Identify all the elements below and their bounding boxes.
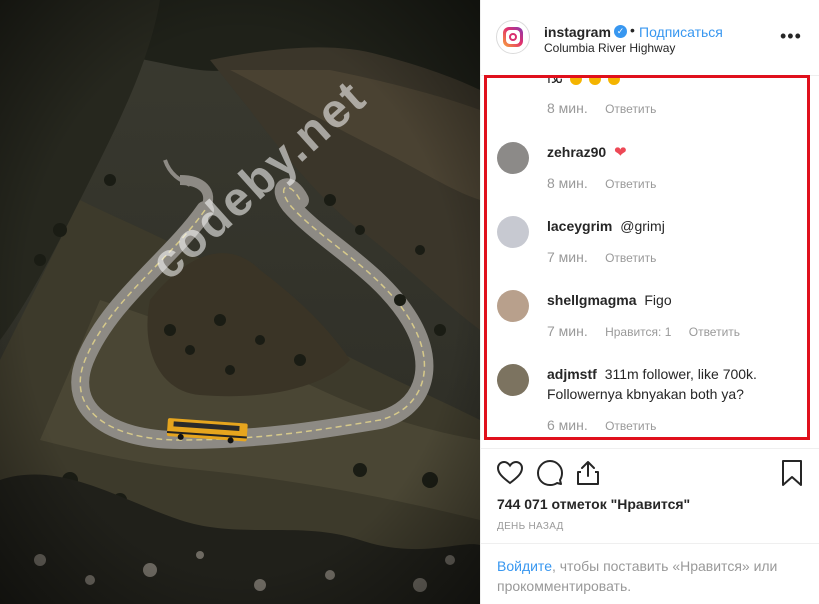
- instagram-logo-icon: [503, 27, 523, 47]
- emoji-icon: [588, 76, 601, 86]
- comment-time[interactable]: 8 мин.: [547, 175, 588, 191]
- login-prompt: Войдите, чтобы поставить «Нравится» или …: [481, 543, 819, 604]
- verified-badge-icon: ✓: [614, 25, 627, 38]
- emoji-icon: [607, 76, 620, 86]
- commenter-avatar[interactable]: [497, 142, 529, 174]
- partial-comment-text: تلآا: [547, 76, 620, 87]
- commenter-avatar[interactable]: [497, 216, 529, 248]
- comment-meta: 8 мин. Ответить: [547, 100, 670, 116]
- account-username[interactable]: instagram: [544, 24, 611, 40]
- bookmark-icon[interactable]: [777, 458, 807, 488]
- commenter-avatar[interactable]: [497, 364, 529, 396]
- comment-body: @grimj: [620, 218, 665, 234]
- header-separator: •: [630, 22, 635, 38]
- post-header: instagram ✓ • Подписаться Columbia River…: [481, 0, 819, 76]
- post-location[interactable]: Columbia River Highway: [544, 41, 675, 55]
- comment-body: Figo: [644, 292, 672, 308]
- login-link[interactable]: Войдите: [497, 558, 552, 574]
- post-side-panel: instagram ✓ • Подписаться Columbia River…: [480, 0, 819, 604]
- reply-button[interactable]: Ответить: [689, 325, 740, 339]
- comment-time[interactable]: 7 мин.: [547, 323, 588, 339]
- comment-icon[interactable]: [535, 458, 565, 488]
- emoji-icon: [570, 76, 583, 86]
- mountain-road-image: [0, 0, 480, 604]
- heart-outline-icon[interactable]: [495, 458, 525, 488]
- comments-list[interactable]: تلآا 8 мин. Ответить zehraz90 ❤ 8 мин. О…: [481, 76, 819, 448]
- actions-divider: [481, 448, 819, 449]
- post-actions: [481, 458, 819, 492]
- comment-text: adjmstf 311m follower, like 700k. Follow…: [547, 364, 802, 404]
- commenter-avatar[interactable]: [497, 290, 529, 322]
- comment-meta: 8 мин. Ответить: [547, 175, 670, 191]
- reply-button[interactable]: Ответить: [605, 251, 656, 265]
- comment-time[interactable]: 8 мин.: [547, 100, 588, 116]
- comment-meta: 7 мин. Ответить: [547, 249, 670, 265]
- likes-count[interactable]: 744 071 отметок "Нравится": [497, 496, 690, 512]
- post-date[interactable]: ДЕНЬ НАЗАД: [497, 521, 564, 532]
- follow-button[interactable]: Подписаться: [639, 24, 723, 40]
- comment-meta: 7 мин. Нравится: 1 Ответить: [547, 323, 754, 339]
- comment-time[interactable]: 6 мин.: [547, 417, 588, 433]
- account-avatar[interactable]: [496, 20, 530, 54]
- comment-meta: 6 мин. Ответить: [547, 417, 670, 433]
- comment-text: shellgmagma Figo: [547, 290, 802, 310]
- comment-text: zehraz90 ❤: [547, 142, 802, 163]
- reply-button[interactable]: Ответить: [605, 102, 656, 116]
- more-options-icon[interactable]: •••: [780, 27, 802, 45]
- comment-username[interactable]: laceygrim: [547, 218, 612, 234]
- comment-username[interactable]: shellgmagma: [547, 292, 636, 308]
- reply-button[interactable]: Ответить: [605, 177, 656, 191]
- comment-username[interactable]: adjmstf: [547, 366, 597, 382]
- comment-username[interactable]: zehraz90: [547, 144, 606, 160]
- post-photo[interactable]: [0, 0, 480, 604]
- comment-likes[interactable]: Нравится: 1: [605, 325, 671, 339]
- share-icon[interactable]: [573, 458, 603, 488]
- comment-text: laceygrim @grimj: [547, 216, 802, 236]
- comment-time[interactable]: 7 мин.: [547, 249, 588, 265]
- heart-emoji-icon: ❤: [614, 144, 627, 161]
- reply-button[interactable]: Ответить: [605, 419, 656, 433]
